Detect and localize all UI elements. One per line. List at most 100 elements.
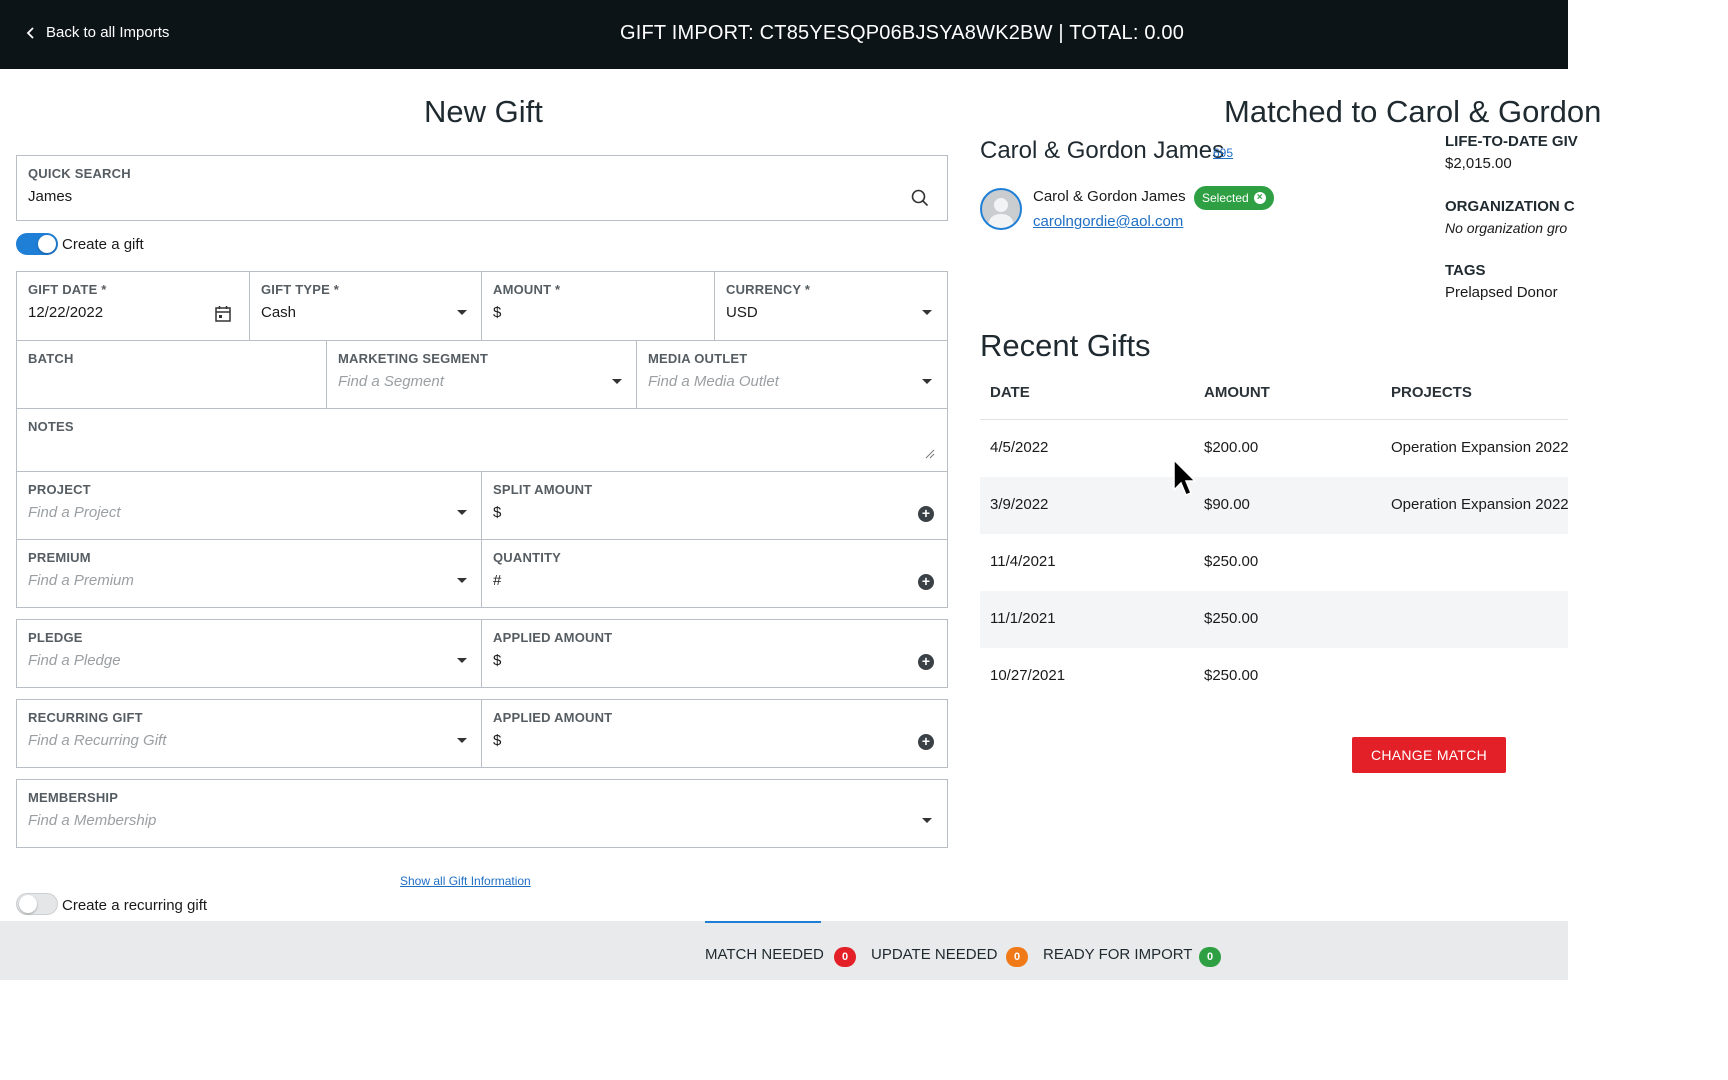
recurring-gift-label: RECURRING GIFT	[28, 710, 143, 725]
selected-badge[interactable]: Selected ×	[1194, 186, 1274, 210]
currency-value: USD	[726, 304, 758, 321]
tags-label: TAGS	[1445, 262, 1486, 279]
quick-search-value[interactable]: James	[28, 188, 72, 205]
gift-type-select[interactable]: GIFT TYPE * Cash	[250, 272, 482, 340]
create-recurring-gift-toggle[interactable]	[16, 893, 58, 915]
amount-prefix: $	[493, 304, 502, 321]
gift-date: 4/5/2022	[990, 439, 1049, 456]
resize-handle-icon[interactable]	[925, 449, 935, 459]
split-amount-field[interactable]: SPLIT AMOUNT $ +	[482, 472, 947, 539]
gift-date-value[interactable]: 12/22/2022	[28, 304, 103, 321]
remove-selection-icon[interactable]: ×	[1253, 192, 1266, 204]
chevron-left-icon	[26, 26, 34, 39]
person-icon	[988, 198, 1014, 228]
applied-amount-label: APPLIED AMOUNT	[493, 710, 613, 725]
selected-label: Selected	[1202, 191, 1249, 205]
search-icon[interactable]	[911, 189, 929, 207]
column-header-date: DATE	[990, 384, 1030, 401]
toggle-knob	[19, 895, 37, 913]
notes-label: NOTES	[28, 419, 74, 434]
column-header-amount: AMOUNT	[1204, 384, 1270, 401]
create-recurring-gift-label: Create a recurring gift	[62, 897, 208, 914]
contact-email-link[interactable]: carolngordie@aol.com	[1033, 213, 1183, 230]
organization-value: No organization gro	[1445, 220, 1568, 236]
pledge-select[interactable]: PLEDGE Find a Pledge	[17, 620, 482, 687]
tab-update-needed[interactable]: UPDATE NEEDED	[871, 946, 997, 963]
match-needed-count-badge: 0	[834, 947, 856, 967]
tags-value: Prelapsed Donor	[1445, 284, 1558, 301]
add-premium-icon[interactable]: +	[918, 574, 934, 590]
gift-amount: $90.00	[1204, 496, 1250, 513]
marketing-segment-select[interactable]: MARKETING SEGMENT Find a Segment	[327, 341, 637, 408]
avatar	[980, 188, 1022, 230]
gift-form: GIFT DATE * 12/22/2022 GIFT TYPE * Cash …	[16, 271, 948, 608]
organization-label: ORGANIZATION C	[1445, 198, 1575, 215]
premium-select[interactable]: PREMIUM Find a Premium	[17, 540, 482, 607]
gift-project: Operation Expansion 2022	[1391, 439, 1569, 456]
add-recurring-icon[interactable]: +	[918, 734, 934, 750]
marketing-segment-placeholder: Find a Segment	[338, 373, 444, 390]
calendar-icon[interactable]	[215, 305, 231, 322]
premium-placeholder: Find a Premium	[28, 572, 134, 589]
gift-date-field[interactable]: GIFT DATE * 12/22/2022	[17, 272, 250, 340]
batch-field[interactable]: BATCH	[17, 341, 327, 408]
gift-date: 3/9/2022	[990, 496, 1049, 513]
batch-label: BATCH	[28, 351, 74, 366]
table-row: 3/9/2022 $90.00 Operation Expansion 2022	[980, 477, 1569, 534]
amount-label: AMOUNT *	[493, 282, 561, 297]
currency-label: CURRENCY *	[726, 282, 811, 297]
recurring-applied-amount-field[interactable]: APPLIED AMOUNT $ +	[482, 700, 947, 767]
quick-search-field[interactable]: QUICK SEARCH James	[16, 155, 948, 221]
add-pledge-icon[interactable]: +	[918, 654, 934, 670]
update-needed-count-badge: 0	[1006, 947, 1028, 967]
gift-amount: $200.00	[1204, 439, 1259, 456]
quantity-prefix: #	[493, 572, 502, 589]
pledge-applied-amount-field[interactable]: APPLIED AMOUNT $ +	[482, 620, 947, 687]
mouse-cursor-icon	[1173, 458, 1197, 496]
status-tab-bar: MATCH NEEDED 0 UPDATE NEEDED 0 READY FOR…	[0, 921, 1568, 980]
show-all-gift-info-link[interactable]: Show all Gift Information	[400, 874, 531, 888]
recurring-gift-select[interactable]: RECURRING GIFT Find a Recurring Gift	[17, 700, 482, 767]
gift-amount: $250.00	[1204, 667, 1259, 684]
pledge-label: PLEDGE	[28, 630, 83, 645]
donor-id-link[interactable]: 695	[1213, 146, 1233, 160]
media-outlet-select[interactable]: MEDIA OUTLET Find a Media Outlet	[637, 341, 947, 408]
change-match-button[interactable]: CHANGE MATCH	[1352, 737, 1506, 773]
applied-amount-prefix: $	[493, 652, 502, 669]
gift-type-label: GIFT TYPE *	[261, 282, 340, 297]
ready-for-import-count-badge: 0	[1199, 947, 1221, 967]
gift-date: 10/27/2021	[990, 667, 1066, 684]
recurring-gift-placeholder: Find a Recurring Gift	[28, 732, 167, 749]
chevron-down-icon	[922, 818, 932, 823]
project-select[interactable]: PROJECT Find a Project	[17, 472, 482, 539]
back-to-imports-link[interactable]: Back to all Imports	[26, 24, 169, 41]
chevron-down-icon	[457, 310, 467, 315]
toggle-knob	[38, 235, 56, 253]
create-gift-label: Create a gift	[62, 236, 144, 253]
gift-type-value: Cash	[261, 304, 297, 321]
membership-label: MEMBERSHIP	[28, 790, 119, 805]
table-row: 4/5/2022 $200.00 Operation Expansion 202…	[980, 420, 1569, 477]
currency-select[interactable]: CURRENCY * USD	[715, 272, 947, 340]
new-gift-heading: New Gift	[424, 94, 543, 129]
media-outlet-placeholder: Find a Media Outlet	[648, 373, 779, 390]
page-title: GIFT IMPORT: CT85YESQP06BJSYA8WK2BW | TO…	[620, 22, 1185, 44]
split-amount-prefix: $	[493, 504, 502, 521]
chevron-down-icon	[457, 578, 467, 583]
amount-field[interactable]: AMOUNT * $	[482, 272, 715, 340]
chevron-down-icon	[612, 379, 622, 384]
quantity-field[interactable]: QUANTITY # +	[482, 540, 947, 607]
gift-amount: $250.00	[1204, 610, 1259, 627]
membership-select[interactable]: MEMBERSHIP Find a Membership	[16, 779, 948, 848]
tab-match-needed[interactable]: MATCH NEEDED	[705, 946, 824, 963]
column-header-projects: PROJECTS	[1391, 384, 1472, 401]
notes-field[interactable]: NOTES	[17, 409, 947, 471]
add-split-icon[interactable]: +	[918, 506, 934, 522]
chevron-down-icon	[457, 738, 467, 743]
tab-ready-for-import[interactable]: READY FOR IMPORT	[1043, 946, 1192, 963]
active-tab-indicator	[705, 921, 821, 923]
gift-amount: $250.00	[1204, 553, 1259, 570]
create-gift-toggle[interactable]	[16, 233, 58, 255]
chevron-down-icon	[922, 379, 932, 384]
matched-heading: Matched to Carol & Gordon	[1224, 94, 1602, 129]
